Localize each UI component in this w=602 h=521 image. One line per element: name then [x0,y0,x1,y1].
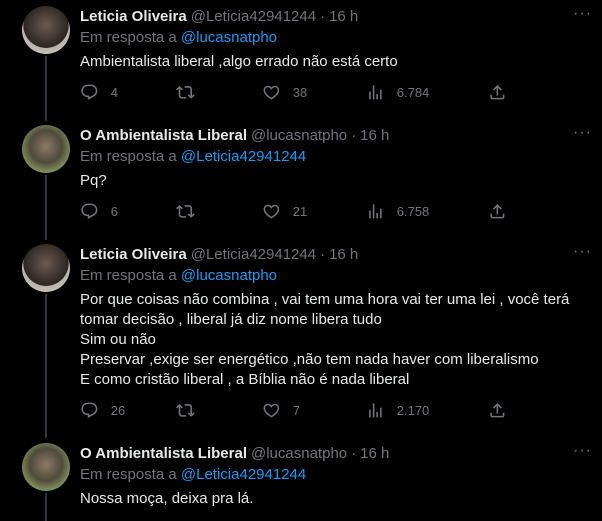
more-icon[interactable]: ··· [573,244,592,260]
mention-link[interactable]: @lucasnatpho [181,29,277,46]
reply-context: Em resposta a @lucasnatpho [80,266,588,286]
reply-icon [81,84,98,100]
views-count: 6.758 [396,203,430,219]
share-icon [490,402,505,418]
separator-dot: · [351,444,357,462]
views-button[interactable]: 6.784 [366,83,429,102]
retweet-icon [176,85,195,99]
reply-count: 4 [110,84,118,100]
separator-dot: · [320,245,326,263]
user-handle[interactable]: @lucasnatpho [251,445,347,462]
timestamp[interactable]: 16 h [329,8,358,25]
views-count: 2.170 [396,402,430,418]
mention-link[interactable]: @Leticia42941244 [181,466,306,483]
separator-dot: · [351,126,357,144]
display-name[interactable]: O Ambientalista Liberal [80,127,247,144]
tweet-actions: 6 21 6.758 [80,201,510,221]
reply-button[interactable]: 26 [80,401,125,420]
reply-count: 6 [110,203,118,219]
user-handle[interactable]: @lucasnatpho [251,127,347,144]
mention-link[interactable]: @lucasnatpho [181,267,277,284]
like-icon [263,204,280,219]
views-icon [369,203,382,219]
share-button[interactable] [488,401,507,420]
thread-line [45,493,47,521]
reply-button[interactable]: 6 [80,202,118,221]
like-button[interactable]: 7 [262,401,300,420]
separator-dot: · [320,7,326,25]
views-button[interactable]: 6.758 [366,202,429,221]
share-button[interactable] [488,202,507,221]
like-count: 7 [292,402,300,418]
user-handle[interactable]: @Leticia42941244 [191,246,316,263]
reply-button[interactable]: 4 [80,83,118,102]
display-name[interactable]: O Ambientalista Liberal [80,445,247,462]
views-icon [369,402,382,418]
avatar[interactable] [22,443,70,491]
more-icon[interactable]: ··· [573,443,592,459]
like-count: 38 [292,84,308,100]
views-icon [369,84,382,100]
tweet-text: Ambientalista liberal ,algo errado não e… [80,53,398,70]
display-name[interactable]: Leticia Oliveira [80,8,187,25]
avatar[interactable] [22,125,70,173]
timestamp[interactable]: 16 h [360,127,389,144]
timestamp[interactable]: 16 h [360,445,389,462]
avatar[interactable] [22,244,70,292]
reply-prefix: Em resposta a [80,29,177,46]
share-icon [490,84,505,100]
more-icon[interactable]: ··· [573,125,592,141]
retweet-button[interactable] [176,401,195,420]
retweet-button[interactable] [176,202,195,221]
like-count: 21 [292,203,308,219]
reply-context: Em resposta a @lucasnatpho [80,28,588,48]
user-handle[interactable]: @Leticia42941244 [191,8,316,25]
display-name[interactable]: Leticia Oliveira [80,246,187,263]
like-button[interactable]: 21 [262,202,307,221]
timestamp[interactable]: 16 h [329,246,358,263]
thread-line [45,56,47,121]
tweet-text: Por que coisas não combina , vai tem uma… [80,291,570,388]
like-icon [263,403,280,418]
like-icon [263,85,280,100]
thread-line [45,175,47,240]
retweet-icon [176,403,195,417]
reply-icon [81,203,98,219]
share-button[interactable] [488,83,507,102]
like-button[interactable]: 38 [262,83,307,102]
avatar[interactable] [22,6,70,54]
share-icon [490,203,505,219]
tweet-actions: 4 38 6.784 [80,82,510,102]
views-count: 6.784 [396,84,430,100]
reply-prefix: Em resposta a [80,466,177,483]
tweet-text: Nossa moça, deixa pra lá. [80,490,254,507]
reply-icon [81,402,98,418]
reply-context: Em resposta a @Leticia42941244 [80,147,588,167]
tweet-actions: 26 7 2.170 [80,400,510,420]
retweet-button[interactable] [176,83,195,102]
reply-count: 26 [110,402,126,418]
retweet-icon [176,204,195,218]
mention-link[interactable]: @Leticia42941244 [181,148,306,165]
reply-prefix: Em resposta a [80,148,177,165]
reply-context: Em resposta a @Leticia42941244 [80,465,588,485]
views-button[interactable]: 2.170 [366,401,429,420]
reply-prefix: Em resposta a [80,267,177,284]
tweet-text: Pq? [80,172,107,189]
thread-line [45,294,47,438]
more-icon[interactable]: ··· [573,6,592,22]
